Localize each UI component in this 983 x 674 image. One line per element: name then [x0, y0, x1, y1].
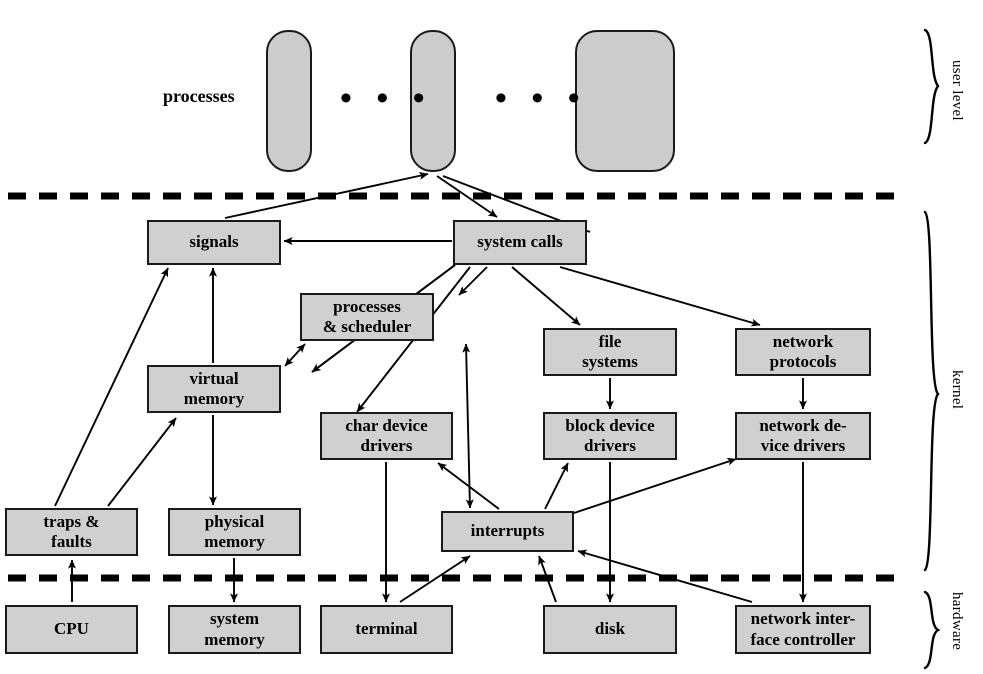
brace-kernel	[923, 210, 940, 572]
processes-label: processes	[163, 86, 235, 106]
brace-user-level	[923, 28, 940, 145]
processes-ellipsis-2: • • •	[495, 80, 588, 117]
node-network-device-drivers[interactable]: network de- vice drivers	[735, 412, 871, 460]
edge-system-calls-to-network-protocols	[559, 266, 761, 327]
band-label-kernel: kernel	[949, 370, 965, 410]
edge-interrupts-to-block-device-drivers	[544, 462, 569, 510]
node-system-memory[interactable]: system memory	[168, 605, 301, 654]
node-system-calls[interactable]: system calls	[453, 220, 587, 265]
edge-processes-scheduler-virtual-memory	[284, 343, 306, 367]
node-network-interface-controller[interactable]: network inter- face controller	[735, 605, 871, 654]
process-capsule-1[interactable]	[266, 30, 312, 172]
edge-interrupts-to-network-device-drivers	[573, 457, 737, 514]
node-file-systems[interactable]: file systems	[543, 328, 677, 376]
node-terminal[interactable]: terminal	[320, 605, 453, 654]
processes-ellipsis-1: • • •	[340, 80, 433, 117]
node-processes-scheduler[interactable]: processes & scheduler	[300, 293, 434, 341]
node-disk[interactable]: disk	[543, 605, 677, 654]
node-physical-memory[interactable]: physical memory	[168, 508, 301, 556]
band-label-user-level: user level	[949, 60, 965, 121]
node-block-device-drivers[interactable]: block device drivers	[543, 412, 677, 460]
edge-system-calls-to-processes-scheduler	[458, 266, 488, 296]
band-label-hardware: hardware	[949, 592, 965, 651]
node-virtual-memory[interactable]: virtual memory	[147, 365, 281, 413]
node-traps-faults[interactable]: traps & faults	[5, 508, 138, 556]
edge-traps-faults-to-virtual-memory	[107, 417, 177, 507]
diagram-canvas: processes • • • • • • signals system cal…	[0, 0, 983, 674]
process-capsule-3[interactable]	[575, 30, 675, 172]
edge-system-calls-to-file-systems	[511, 266, 581, 326]
node-signals[interactable]: signals	[147, 220, 281, 265]
node-interrupts[interactable]: interrupts	[441, 511, 574, 552]
node-network-protocols[interactable]: network protocols	[735, 328, 871, 376]
brace-hardware	[923, 590, 941, 670]
node-cpu[interactable]: CPU	[5, 605, 138, 654]
node-char-device-drivers[interactable]: char device drivers	[320, 412, 453, 460]
